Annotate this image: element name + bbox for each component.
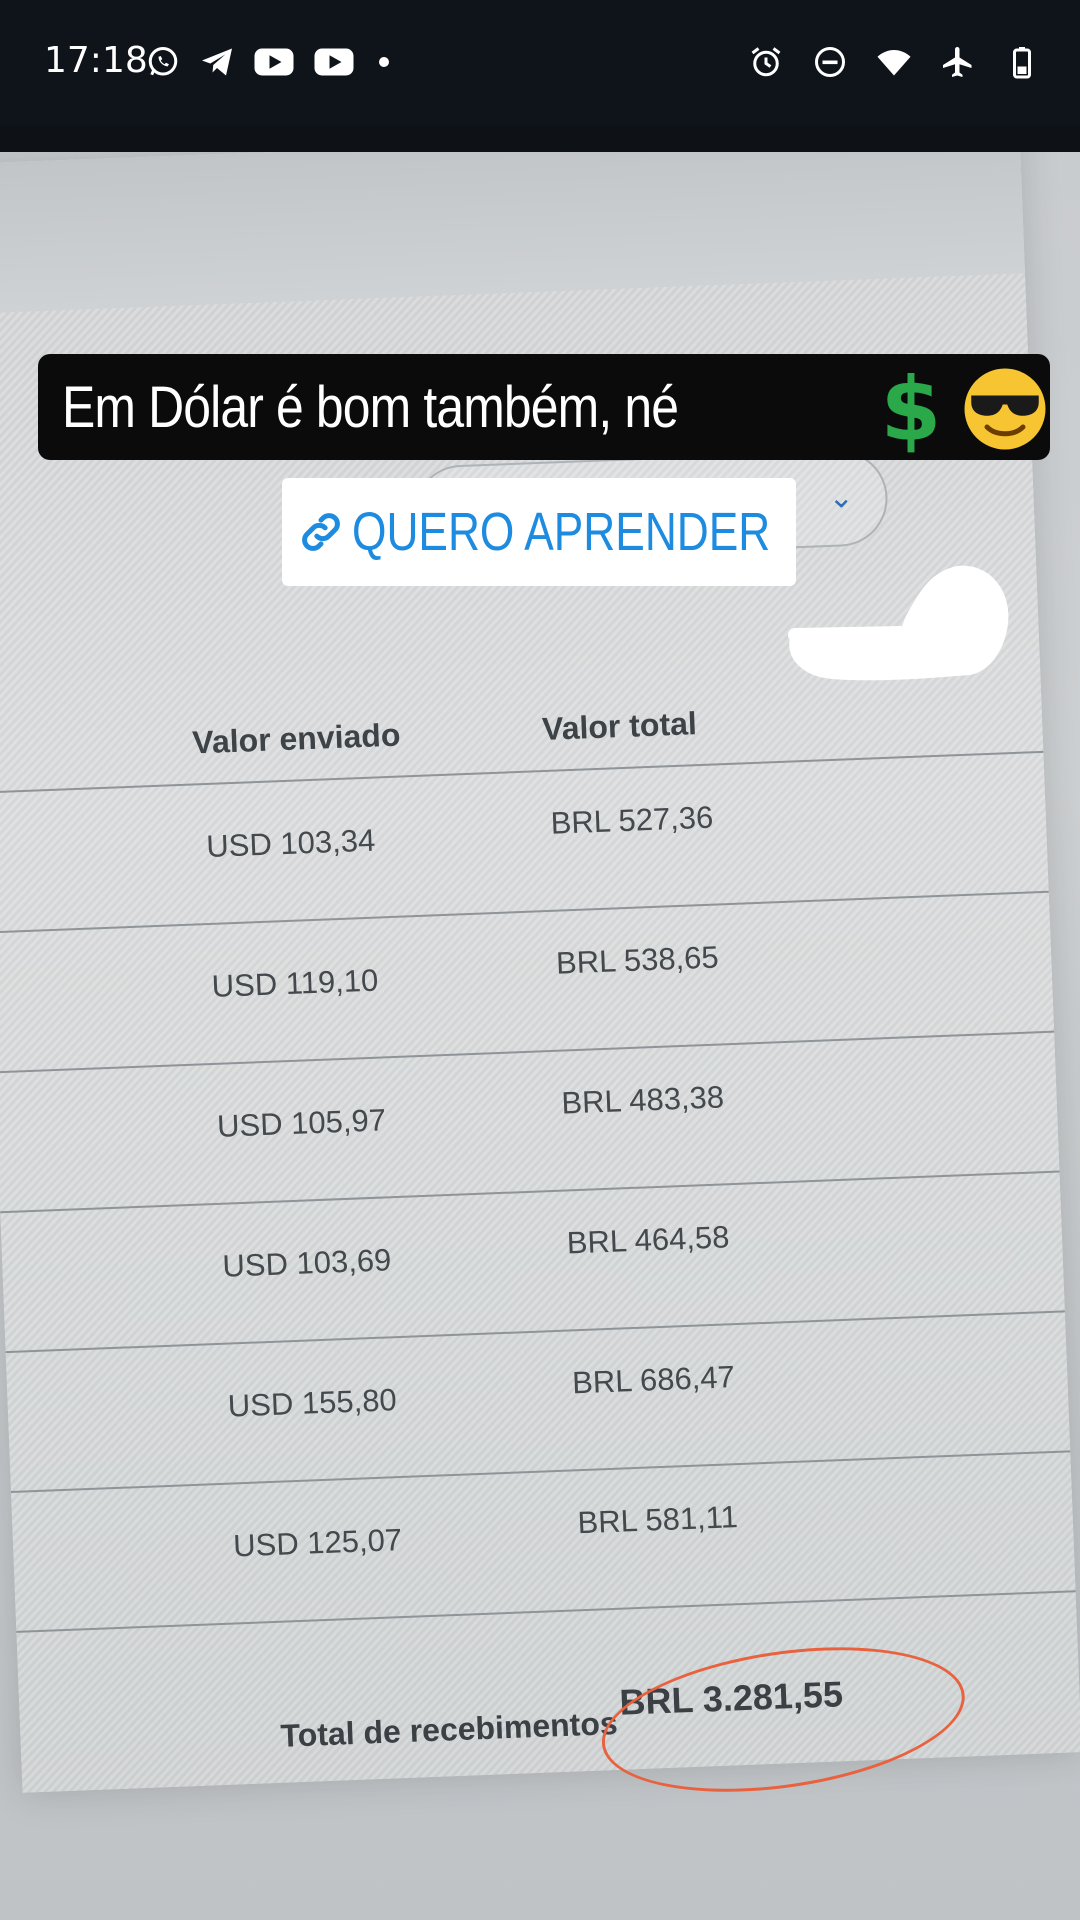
wifi-icon (876, 44, 912, 80)
total-value: BRL 581,11 (576, 1499, 739, 1541)
sent-value: USD 103,34 (205, 822, 376, 865)
alarm-icon (748, 44, 784, 80)
airplane-mode-icon (940, 44, 976, 80)
status-bar: 17:18 (0, 0, 1080, 125)
link-label: QUERO APRENDER (352, 502, 771, 562)
dollar-sign-icon: $ (876, 359, 946, 461)
telegram-icon (199, 44, 235, 80)
link-sticker[interactable]: QUERO APRENDER (282, 478, 796, 586)
total-value: BRL 538,65 (555, 939, 720, 981)
sent-value: USD 155,80 (227, 1382, 398, 1424)
svg-text:$: $ (881, 362, 942, 454)
sent-value: USD 119,10 (211, 962, 379, 1004)
screen-top-area (0, 152, 1025, 314)
sent-value: USD 105,97 (216, 1102, 387, 1144)
table-row: USD 155,80 BRL 686,47 (5, 1310, 1070, 1472)
sunglasses-face-icon (960, 364, 1050, 454)
table-row: USD 103,69 BRL 464,58 (0, 1170, 1065, 1332)
total-label: Total de recebimentos (279, 1704, 619, 1754)
link-icon (296, 507, 346, 557)
sent-value: USD 103,69 (221, 1242, 392, 1284)
table-row: USD 125,07 BRL 581,11 (10, 1450, 1075, 1611)
pointing-hand-icon (780, 520, 1020, 690)
youtube-icon (253, 44, 295, 80)
notification-dot (379, 57, 389, 67)
total-row: Total de recebimentos BRL 3.281,55 (16, 1590, 1080, 1813)
total-value: BRL 527,36 (550, 799, 714, 841)
system-icons (748, 44, 1040, 80)
do-not-disturb-icon (812, 44, 848, 80)
chevron-down-icon: ⌄ (827, 479, 855, 516)
column-header-sent: Valor enviado (191, 716, 401, 761)
caption-sticker: Em Dólar é bom também, né $ (38, 354, 1050, 461)
notification-icons (145, 44, 389, 80)
highlight-circle (592, 1626, 975, 1813)
sent-value: USD 125,07 (232, 1522, 403, 1564)
total-value: BRL 464,58 (566, 1219, 731, 1261)
table-row: USD 105,97 BRL 483,38 (0, 1030, 1059, 1192)
status-time: 17:18 (44, 40, 148, 81)
youtube-icon (313, 44, 355, 80)
table-row: USD 119,10 BRL 538,65 (0, 890, 1054, 1052)
caption-text: Em Dólar é bom também, né (62, 374, 679, 440)
total-value: BRL 483,38 (560, 1079, 725, 1121)
battery-icon (1004, 44, 1040, 80)
whatsapp-icon (145, 44, 181, 80)
total-value: BRL 686,47 (571, 1359, 736, 1401)
column-header-total: Valor total (541, 705, 698, 748)
